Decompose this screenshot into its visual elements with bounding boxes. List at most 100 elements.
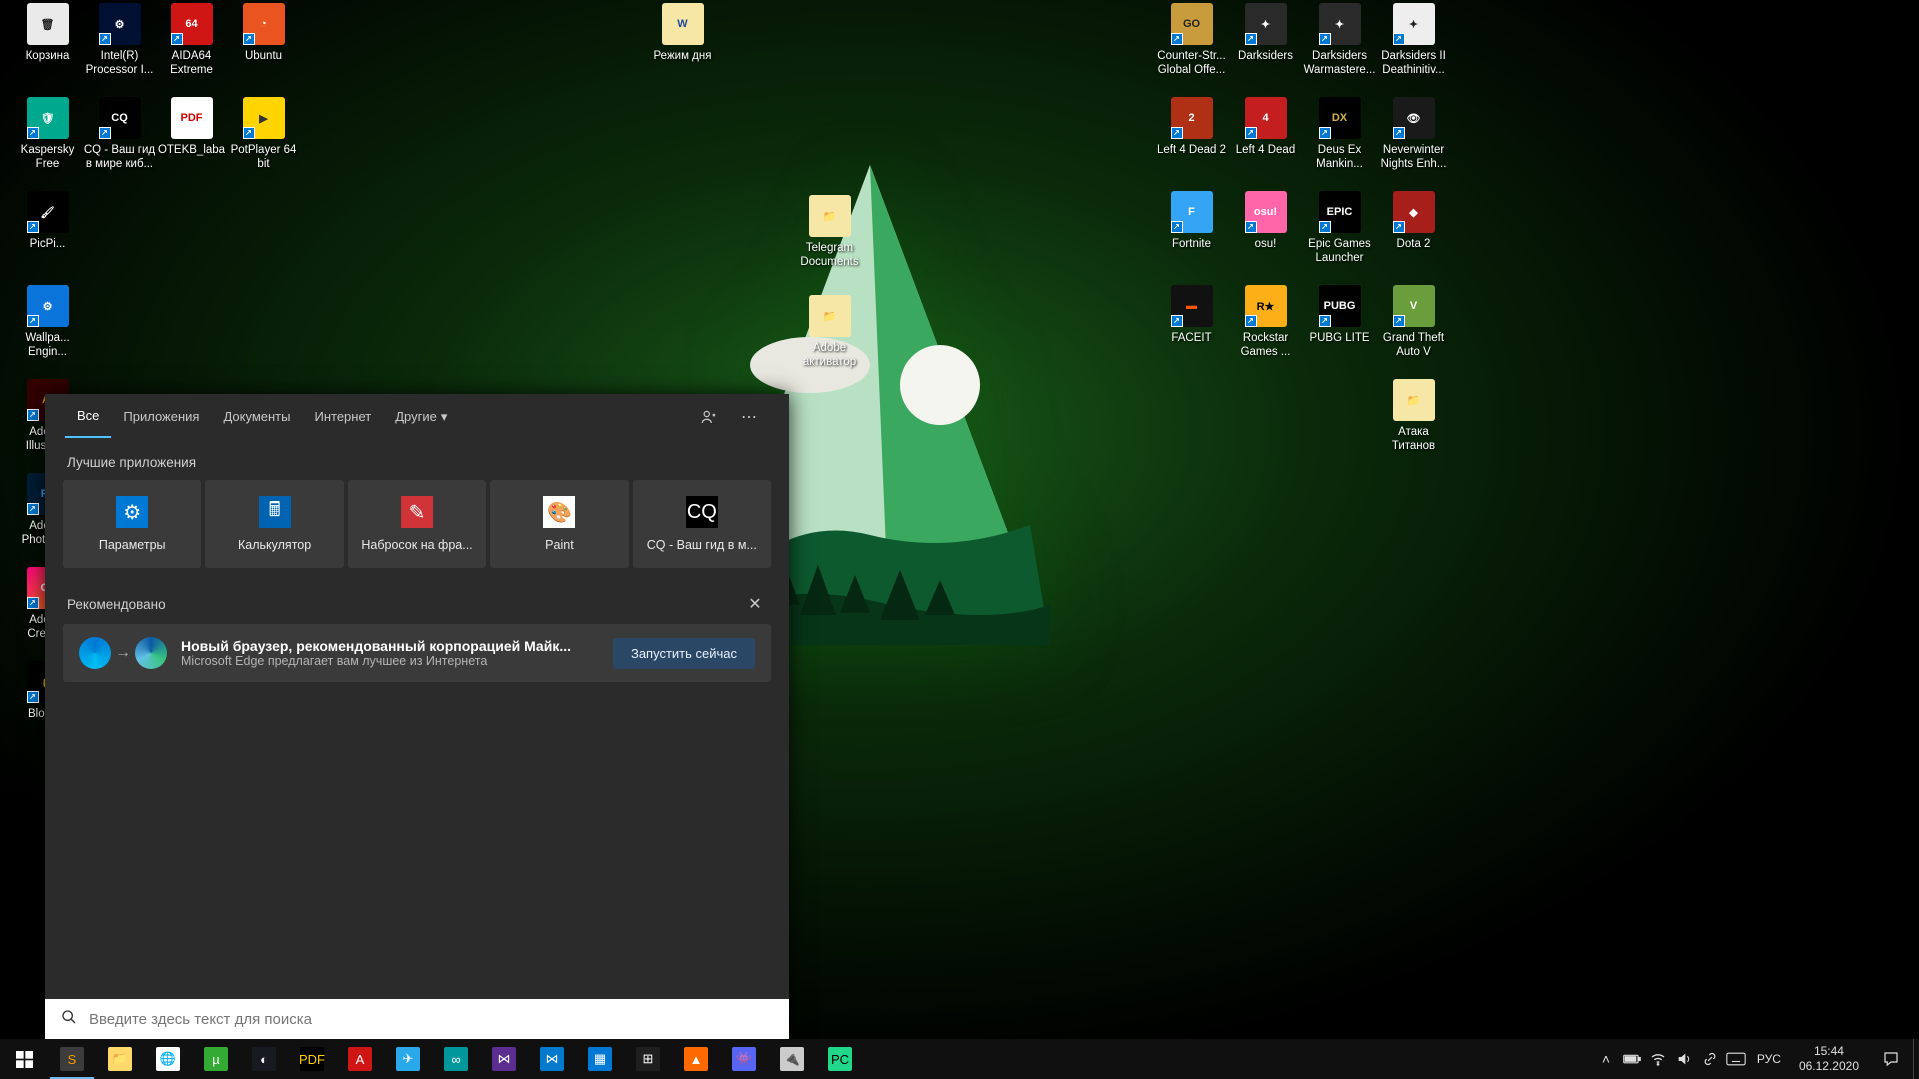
- desktop-icon-label: Intel(R) Processor I...: [82, 49, 157, 77]
- desktop-icon[interactable]: WРежим дня: [645, 3, 720, 63]
- close-icon[interactable]: ✕: [743, 592, 767, 616]
- desktop-icon[interactable]: osu!↗osu!: [1228, 191, 1303, 251]
- section-best-apps-title: Лучшие приложения: [45, 439, 789, 480]
- desktop-icon[interactable]: 64↗AIDA64 Extreme: [154, 3, 229, 77]
- desktop-icon[interactable]: ✦↗Darksiders II Deathinitiv...: [1376, 3, 1451, 77]
- desktop-icon[interactable]: DX↗Deus Ex Mankin...: [1302, 97, 1377, 171]
- notifications-icon[interactable]: [1869, 1050, 1913, 1068]
- desktop-icon[interactable]: V↗Grand Theft Auto V: [1376, 285, 1451, 359]
- tab-more[interactable]: Другие▾: [383, 396, 459, 438]
- desktop-icon[interactable]: 📁Атака Титанов: [1376, 379, 1451, 453]
- desktop-icon-label: Left 4 Dead: [1228, 143, 1303, 157]
- desktop-icon[interactable]: 4↗Left 4 Dead: [1228, 97, 1303, 157]
- desktop-icon[interactable]: ⚙↗Wallpa... Engin...: [10, 285, 85, 359]
- desktop-icon[interactable]: GO↗Counter-Str... Global Offe...: [1154, 3, 1229, 77]
- desktop-icon[interactable]: 🖌↗PicPi...: [10, 191, 85, 251]
- desktop-icon[interactable]: ◔↗ Ubuntu: [226, 3, 301, 63]
- more-icon[interactable]: ⋯: [729, 397, 769, 437]
- desktop-icon-label: Dota 2: [1376, 237, 1451, 251]
- taskbar-app-store[interactable]: ⊞: [624, 1039, 672, 1079]
- desktop-icon[interactable]: 📁Adobe активатор: [792, 295, 867, 369]
- desktop-icon-label: Режим дня: [645, 49, 720, 63]
- desktop-icon[interactable]: 🛡↗Kaspersky Free: [10, 97, 85, 171]
- desktop-icon[interactable]: ▬↗FACEIT: [1154, 285, 1229, 345]
- taskbar-app-usb[interactable]: 🔌: [768, 1039, 816, 1079]
- search-input[interactable]: [89, 1011, 773, 1028]
- taskbar-app-pdf[interactable]: PDF: [288, 1039, 336, 1079]
- start-button[interactable]: [0, 1039, 48, 1079]
- desktop-icon[interactable]: 🗑Корзина: [10, 3, 85, 63]
- taskbar-app-aida[interactable]: A: [336, 1039, 384, 1079]
- best-app-tile[interactable]: ⚙Параметры: [63, 480, 201, 568]
- shortcut-badge-icon: ↗: [27, 127, 39, 139]
- desktop-icon[interactable]: ✦↗Darksiders Warmastere...: [1302, 3, 1377, 77]
- desktop-icon-label: PicPi...: [10, 237, 85, 251]
- battery-icon[interactable]: [1619, 1039, 1645, 1079]
- taskbar-app-mail[interactable]: ▦: [576, 1039, 624, 1079]
- taskbar-app-arduino[interactable]: ∞: [432, 1039, 480, 1079]
- taskbar-app-sublime[interactable]: S: [48, 1039, 96, 1079]
- best-app-tile[interactable]: ✎Набросок на фра...: [348, 480, 486, 568]
- search-box[interactable]: [45, 999, 789, 1039]
- tab-all[interactable]: Все: [65, 395, 111, 438]
- desktop-icon[interactable]: ✦↗Darksiders: [1228, 3, 1303, 63]
- desktop-icon[interactable]: ◆↗Dota 2: [1376, 191, 1451, 251]
- taskbar-app-telegram[interactable]: ✈: [384, 1039, 432, 1079]
- desktop-icon-label: Ubuntu: [226, 49, 301, 63]
- app-icon: PDF: [300, 1047, 324, 1071]
- desktop-icon[interactable]: PUBG↗PUBG LITE: [1302, 285, 1377, 345]
- app-icon: S: [60, 1047, 84, 1071]
- chevron-down-icon: ▾: [441, 409, 448, 425]
- wifi-icon[interactable]: [1645, 1039, 1671, 1079]
- clock[interactable]: 15:44 06.12.2020: [1789, 1040, 1869, 1078]
- desktop-icon[interactable]: ▶↗PotPlayer 64 bit: [226, 97, 301, 171]
- tab-docs[interactable]: Документы: [211, 396, 302, 437]
- desktop-icon[interactable]: 📁Telegram Documents: [792, 195, 867, 269]
- desktop-icon[interactable]: PDFOTEKB_laba: [154, 97, 229, 157]
- app-icon: ◔↗: [243, 3, 285, 45]
- desktop-icon[interactable]: CQ↗CQ - Ваш гид в мире киб...: [82, 97, 157, 171]
- keyboard-icon[interactable]: [1723, 1039, 1749, 1079]
- taskbar-app-utorrent[interactable]: µ: [192, 1039, 240, 1079]
- language-indicator[interactable]: РУС: [1749, 1052, 1789, 1066]
- taskbar-app-discord[interactable]: 👾: [720, 1039, 768, 1079]
- taskbar-app-steam[interactable]: ◐: [240, 1039, 288, 1079]
- taskbar-app-explorer[interactable]: 📁: [96, 1039, 144, 1079]
- best-app-tile[interactable]: 🖩Калькулятор: [205, 480, 343, 568]
- desktop-icon[interactable]: 👁↗Neverwinter Nights Enh...: [1376, 97, 1451, 171]
- taskbar-app-visualstudio[interactable]: ⋈: [480, 1039, 528, 1079]
- show-desktop-button[interactable]: [1913, 1039, 1919, 1079]
- shortcut-badge-icon: ↗: [243, 33, 255, 45]
- best-app-tile[interactable]: 🎨Paint: [490, 480, 628, 568]
- taskbar-app-pycharm[interactable]: PC: [816, 1039, 864, 1079]
- desktop-icon[interactable]: 2↗Left 4 Dead 2: [1154, 97, 1229, 157]
- desktop-icon-label: Grand Theft Auto V: [1376, 331, 1451, 359]
- desktop-icon[interactable]: ⚙↗Intel(R) Processor I...: [82, 3, 157, 77]
- shortcut-badge-icon: ↗: [1171, 315, 1183, 327]
- app-label: Параметры: [99, 538, 166, 552]
- app-icon: µ: [204, 1047, 228, 1071]
- taskbar-app-chrome[interactable]: 🌐: [144, 1039, 192, 1079]
- search-tabs: Все Приложения Документы Интернет Другие…: [45, 394, 789, 439]
- tray-chevron-icon[interactable]: ˄: [1593, 1039, 1619, 1079]
- launch-now-button[interactable]: Запустить сейчас: [613, 638, 755, 669]
- feedback-icon[interactable]: [689, 397, 729, 437]
- app-icon: R★↗: [1245, 285, 1287, 327]
- desktop-icon[interactable]: R★↗Rockstar Games ...: [1228, 285, 1303, 359]
- app-icon: ▶↗: [243, 97, 285, 139]
- desktop-icon[interactable]: EPIC↗Epic Games Launcher: [1302, 191, 1377, 265]
- desktop-icon[interactable]: F↗Fortnite: [1154, 191, 1229, 251]
- shortcut-badge-icon: ↗: [1171, 127, 1183, 139]
- taskbar-app-vscode[interactable]: ⋈: [528, 1039, 576, 1079]
- desktop-icon-label: FACEIT: [1154, 331, 1229, 345]
- recommended-sub: Microsoft Edge предлагает вам лучшее из …: [181, 654, 599, 668]
- tab-apps[interactable]: Приложения: [111, 396, 211, 437]
- recommended-card[interactable]: → Новый браузер, рекомендованный корпора…: [63, 624, 771, 682]
- best-app-tile[interactable]: CQCQ - Ваш гид в м...: [633, 480, 771, 568]
- tab-web[interactable]: Интернет: [302, 396, 383, 437]
- app-icon: PUBG↗: [1319, 285, 1361, 327]
- taskbar-app-matlab[interactable]: ▲: [672, 1039, 720, 1079]
- link-icon[interactable]: [1697, 1039, 1723, 1079]
- shortcut-badge-icon: ↗: [99, 127, 111, 139]
- volume-icon[interactable]: [1671, 1039, 1697, 1079]
